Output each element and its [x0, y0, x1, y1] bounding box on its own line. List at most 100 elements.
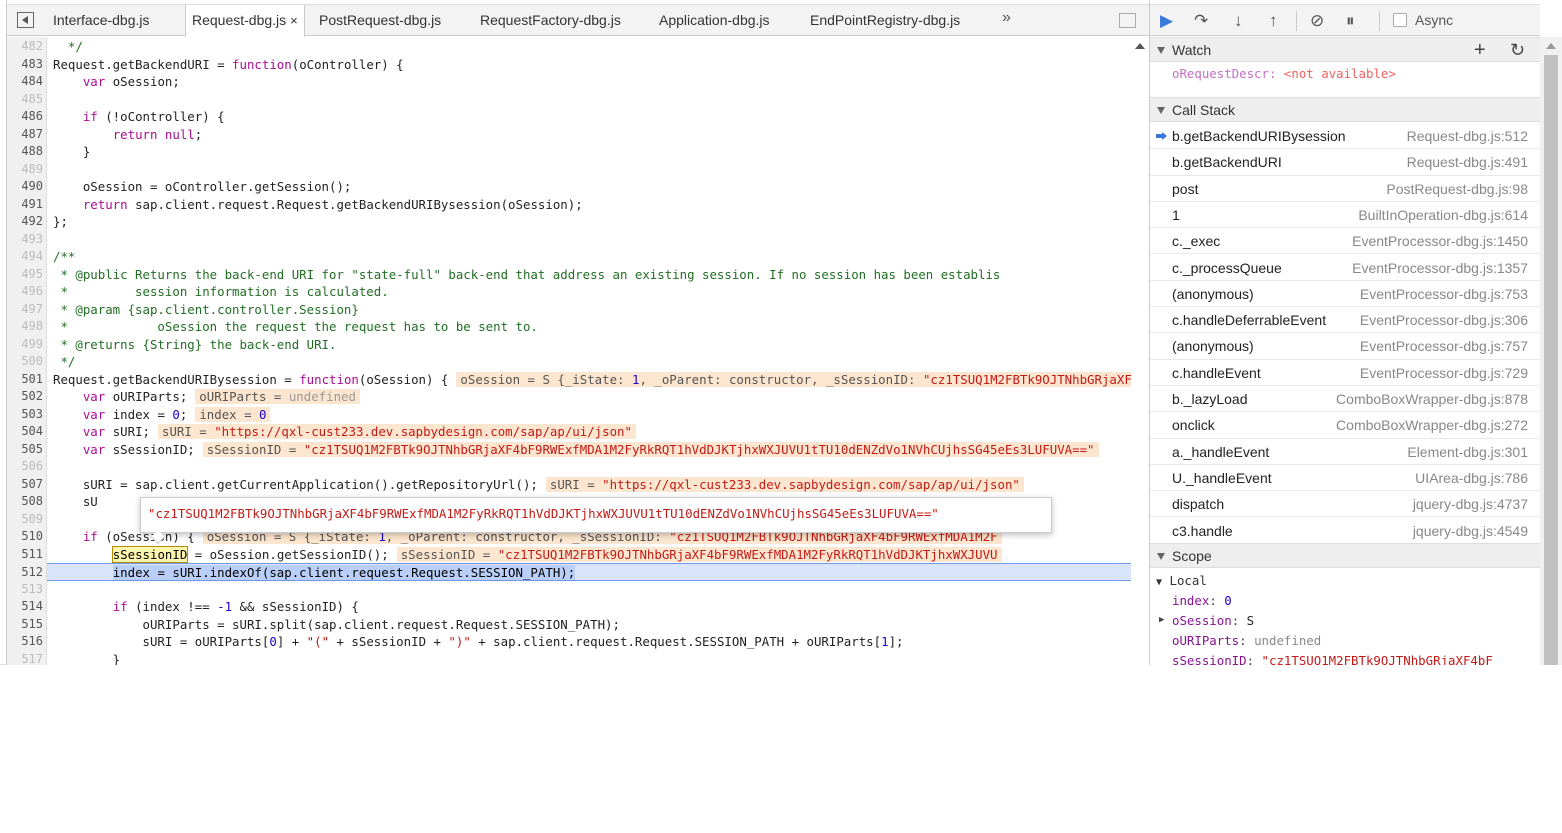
call-stack-frame[interactable]: 1 BuiltInOperation-dbg.js:614 — [1150, 202, 1540, 229]
toggle-navigator-icon[interactable] — [17, 12, 34, 28]
line-number[interactable]: 483 — [7, 56, 43, 74]
line-number[interactable]: 502 — [7, 388, 43, 406]
deactivate-breakpoints-icon[interactable]: ⊘ — [1310, 11, 1324, 31]
call-stack-frame[interactable]: b.getBackendURI Request-dbg.js:491 — [1150, 149, 1540, 176]
file-tab[interactable]: EndPointRegistry-dbg.js — [804, 5, 966, 36]
line-number[interactable]: 514 — [7, 598, 43, 616]
frame-location[interactable]: EventProcessor-dbg.js:753 — [1360, 281, 1528, 307]
file-tab[interactable]: RequestFactory-dbg.js — [474, 5, 627, 36]
frame-location[interactable]: EventProcessor-dbg.js:729 — [1360, 360, 1528, 386]
call-stack-frame[interactable]: b.getBackendURIBysession Request-dbg.js:5… — [1150, 123, 1540, 150]
frame-location[interactable]: jquery-dbg.js:4737 — [1413, 491, 1528, 517]
more-tabs-icon[interactable]: » — [1002, 9, 1011, 27]
step-into-icon[interactable]: ↓ — [1234, 11, 1243, 31]
line-number[interactable]: 515 — [7, 616, 43, 634]
scope-section-header[interactable]: Scope — [1150, 543, 1540, 568]
call-stack-frame[interactable]: U._handleEvent UIArea-dbg.js:786 — [1150, 465, 1540, 492]
call-stack-frame[interactable]: a._handleEvent Element-dbg.js:301 — [1150, 439, 1540, 465]
frame-location[interactable]: EventProcessor-dbg.js:757 — [1360, 333, 1528, 359]
line-number[interactable]: 491 — [7, 196, 43, 214]
line-number[interactable]: 482 — [7, 38, 43, 56]
call-stack-frame[interactable]: c.handleEvent EventProcessor-dbg.js:729 — [1150, 360, 1540, 386]
scope-variable[interactable]: oURIParts: undefined — [1172, 633, 1321, 648]
call-stack-frame[interactable]: (anonymous) EventProcessor-dbg.js:753 — [1150, 281, 1540, 308]
file-tab[interactable]: Request-dbg.js × — [185, 5, 305, 37]
scroll-up-icon[interactable] — [1135, 43, 1145, 49]
scope-variable[interactable]: index: 0 — [1172, 593, 1232, 608]
line-number[interactable]: 501 — [7, 371, 43, 389]
line-number[interactable]: 498 — [7, 318, 43, 336]
frame-location[interactable]: Request-dbg.js:491 — [1407, 149, 1528, 175]
scope-variable[interactable]: sSessionID: "cz1TSUQ1M2FBTk9OJTNhbGRjaXF… — [1172, 653, 1493, 665]
call-stack-frame[interactable]: b._lazyLoad ComboBoxWrapper-dbg.js:878 — [1150, 386, 1540, 413]
scope-variable[interactable]: ▶ oSession: S — [1159, 613, 1254, 628]
async-checkbox[interactable] — [1393, 13, 1407, 27]
frame-location[interactable]: ComboBoxWrapper-dbg.js:272 — [1336, 412, 1528, 438]
editor-scrollbar[interactable] — [1131, 37, 1149, 665]
line-number[interactable]: 512 — [7, 564, 43, 582]
toggle-debugger-icon[interactable] — [1119, 13, 1136, 28]
add-watch-icon[interactable]: + — [1474, 38, 1486, 62]
scrollbar-thumb[interactable] — [1544, 55, 1558, 665]
scope-local-header[interactable]: ▼ Local — [1156, 573, 1207, 588]
line-number[interactable]: 490 — [7, 178, 43, 196]
call-stack-frame[interactable]: onclick ComboBoxWrapper-dbg.js:272 — [1150, 412, 1540, 439]
frame-location[interactable]: EventProcessor-dbg.js:1357 — [1352, 255, 1528, 281]
close-tab-icon[interactable]: × — [290, 13, 298, 28]
line-number[interactable]: 484 — [7, 73, 43, 91]
line-number[interactable]: 511 — [7, 546, 43, 564]
line-number[interactable]: 510 — [7, 528, 43, 546]
line-number[interactable]: 503 — [7, 406, 43, 424]
frame-location[interactable]: jquery-dbg.js:4549 — [1413, 518, 1528, 544]
line-number[interactable]: 506 — [7, 458, 43, 476]
line-number[interactable]: 497 — [7, 301, 43, 319]
frame-location[interactable]: PostRequest-dbg.js:98 — [1386, 176, 1528, 202]
file-tab[interactable]: Interface-dbg.js — [47, 5, 156, 36]
line-number[interactable]: 507 — [7, 476, 43, 494]
line-number[interactable]: 494 — [7, 248, 43, 266]
call-stack-section-header[interactable]: Call Stack — [1150, 97, 1540, 122]
watch-item[interactable]: oRequestDescr: <not available> — [1172, 66, 1396, 81]
frame-location[interactable]: UIArea-dbg.js:786 — [1415, 465, 1528, 491]
watch-section-header[interactable]: Watch + ↻ — [1150, 37, 1540, 62]
line-number[interactable]: 517 — [7, 651, 43, 666]
resume-icon[interactable]: ▶︎ — [1160, 11, 1173, 31]
call-stack-frame[interactable]: c._processQueue EventProcessor-dbg.js:135… — [1150, 255, 1540, 281]
step-over-icon[interactable]: ↷ — [1194, 11, 1208, 31]
step-out-icon[interactable]: ↑ — [1269, 11, 1278, 31]
line-number[interactable]: 493 — [7, 231, 43, 249]
line-number[interactable]: 487 — [7, 126, 43, 144]
file-tab[interactable]: Application-dbg.js — [653, 5, 776, 36]
line-number[interactable]: 509 — [7, 511, 43, 529]
line-number[interactable]: 486 — [7, 108, 43, 126]
line-number[interactable]: 516 — [7, 633, 43, 651]
frame-location[interactable]: EventProcessor-dbg.js:1450 — [1352, 228, 1528, 254]
line-number[interactable]: 496 — [7, 283, 43, 301]
expand-triangle-icon[interactable]: ▶ — [1159, 615, 1164, 625]
file-tab[interactable]: PostRequest-dbg.js — [313, 5, 447, 36]
line-number[interactable]: 505 — [7, 441, 43, 459]
line-number[interactable]: 488 — [7, 143, 43, 161]
frame-location[interactable]: ComboBoxWrapper-dbg.js:878 — [1336, 386, 1528, 412]
pause-on-exceptions-icon[interactable]: ⏸ — [1346, 11, 1355, 31]
frame-location[interactable]: EventProcessor-dbg.js:306 — [1360, 307, 1528, 333]
scroll-up-icon[interactable] — [1546, 43, 1556, 49]
frame-location[interactable]: Element-dbg.js:301 — [1407, 439, 1528, 465]
line-number[interactable]: 492 — [7, 213, 43, 231]
call-stack-frame[interactable]: post PostRequest-dbg.js:98 — [1150, 176, 1540, 202]
call-stack-frame[interactable]: (anonymous) EventProcessor-dbg.js:757 — [1150, 333, 1540, 360]
refresh-watch-icon[interactable]: ↻ — [1510, 38, 1525, 62]
frame-location[interactable]: BuiltInOperation-dbg.js:614 — [1358, 202, 1528, 228]
line-number[interactable]: 504 — [7, 423, 43, 441]
call-stack-frame[interactable]: c._exec EventProcessor-dbg.js:1450 — [1150, 228, 1540, 255]
call-stack-frame[interactable]: c3.handle jquery-dbg.js:4549 — [1150, 518, 1540, 544]
line-number[interactable]: 508 — [7, 493, 43, 511]
call-stack-frame[interactable]: c.handleDeferrableEvent EventProcessor-db… — [1150, 307, 1540, 334]
line-number[interactable]: 500 — [7, 353, 43, 371]
call-stack-frame[interactable]: dispatch jquery-dbg.js:4737 — [1150, 491, 1540, 518]
line-number[interactable]: 495 — [7, 266, 43, 284]
frame-location[interactable]: Request-dbg.js:512 — [1407, 123, 1528, 149]
line-number[interactable]: 499 — [7, 336, 43, 354]
code-editor[interactable]: 482 */483 Request.getBackendURI = functio… — [7, 37, 1131, 665]
line-number[interactable]: 489 — [7, 161, 43, 179]
